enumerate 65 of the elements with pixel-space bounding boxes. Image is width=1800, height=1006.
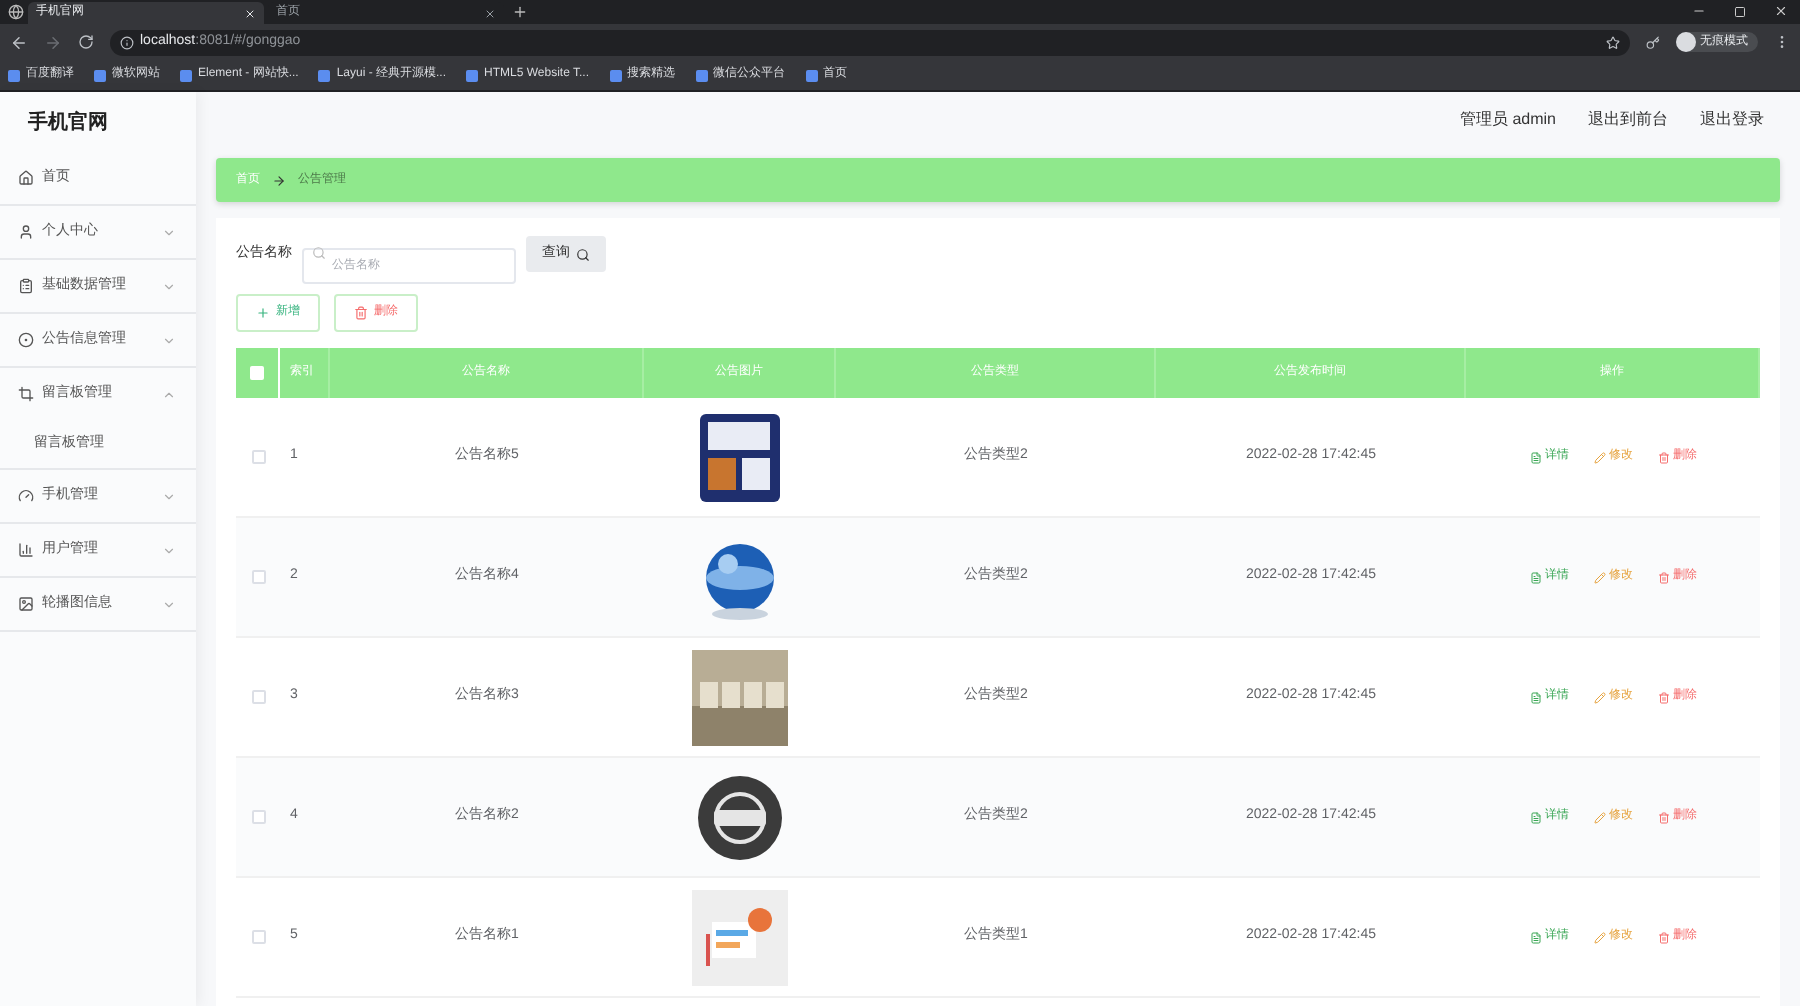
chevron-icon — [162, 543, 176, 557]
trash-icon — [1657, 811, 1669, 823]
bookmark-icon — [466, 69, 479, 81]
crop-icon — [18, 386, 34, 402]
app-logo: 手机官网 — [26, 108, 110, 137]
arrow-icon — [272, 173, 286, 187]
back-icon[interactable] — [10, 33, 28, 51]
image-icon — [18, 596, 34, 612]
chevron-icon — [162, 489, 176, 503]
chevron-icon — [162, 597, 176, 611]
row-checkbox[interactable] — [251, 930, 265, 944]
circle-icon — [18, 332, 34, 348]
document-icon — [1529, 931, 1541, 943]
avatar-icon — [1676, 32, 1696, 52]
search-icon — [576, 247, 590, 261]
pencil-icon — [1593, 931, 1605, 943]
trash-icon — [1657, 691, 1669, 703]
close-icon[interactable] — [1774, 4, 1788, 18]
pencil-icon — [1593, 811, 1605, 823]
chevron-icon — [162, 387, 176, 401]
row-checkbox[interactable] — [251, 690, 265, 704]
bookmark-icon — [318, 69, 331, 81]
globe-icon — [8, 4, 24, 20]
close-icon[interactable] — [484, 7, 496, 19]
header-link[interactable]: 退出登录 — [1700, 108, 1764, 132]
document-icon — [1529, 811, 1541, 823]
trash-icon — [1657, 451, 1669, 463]
document-icon — [1529, 571, 1541, 583]
bookmark-icon — [180, 69, 192, 81]
bookmark-icon — [609, 69, 621, 81]
document-icon — [1529, 451, 1541, 463]
bookmark-icon — [805, 69, 817, 81]
bookmark-icon — [94, 69, 106, 81]
trash-icon — [1657, 931, 1669, 943]
row-checkbox[interactable] — [251, 450, 265, 464]
user-icon — [18, 224, 34, 240]
bar-chart-icon — [18, 542, 34, 558]
clipboard-icon — [18, 278, 34, 294]
trash-icon — [354, 306, 368, 320]
new-tab-icon[interactable] — [512, 4, 528, 20]
row-checkbox[interactable] — [251, 810, 265, 824]
maximize-icon[interactable] — [1734, 6, 1746, 18]
chevron-icon — [162, 225, 176, 239]
search-icon — [312, 246, 326, 260]
header-link[interactable]: 退出到前台 — [1588, 108, 1668, 132]
home-icon — [18, 170, 34, 186]
row-checkbox[interactable] — [251, 570, 265, 584]
star-icon[interactable] — [1606, 35, 1620, 49]
reload-icon[interactable] — [78, 34, 94, 50]
document-icon — [1529, 691, 1541, 703]
plus-icon — [256, 306, 270, 320]
trash-icon — [1657, 571, 1669, 583]
header-link[interactable]: 管理员 admin — [1459, 108, 1556, 132]
bookmark-icon — [695, 69, 707, 81]
chevron-icon — [162, 333, 176, 347]
pencil-icon — [1593, 691, 1605, 703]
pencil-icon — [1593, 571, 1605, 583]
minimize-icon[interactable] — [1692, 4, 1706, 18]
chevron-icon — [162, 279, 176, 293]
info-icon — [120, 35, 134, 49]
key-icon[interactable] — [1646, 35, 1660, 49]
bookmark-icon — [8, 69, 20, 81]
gauge-icon — [18, 488, 34, 504]
select-all-checkbox[interactable] — [250, 366, 264, 380]
pencil-icon — [1593, 451, 1605, 463]
